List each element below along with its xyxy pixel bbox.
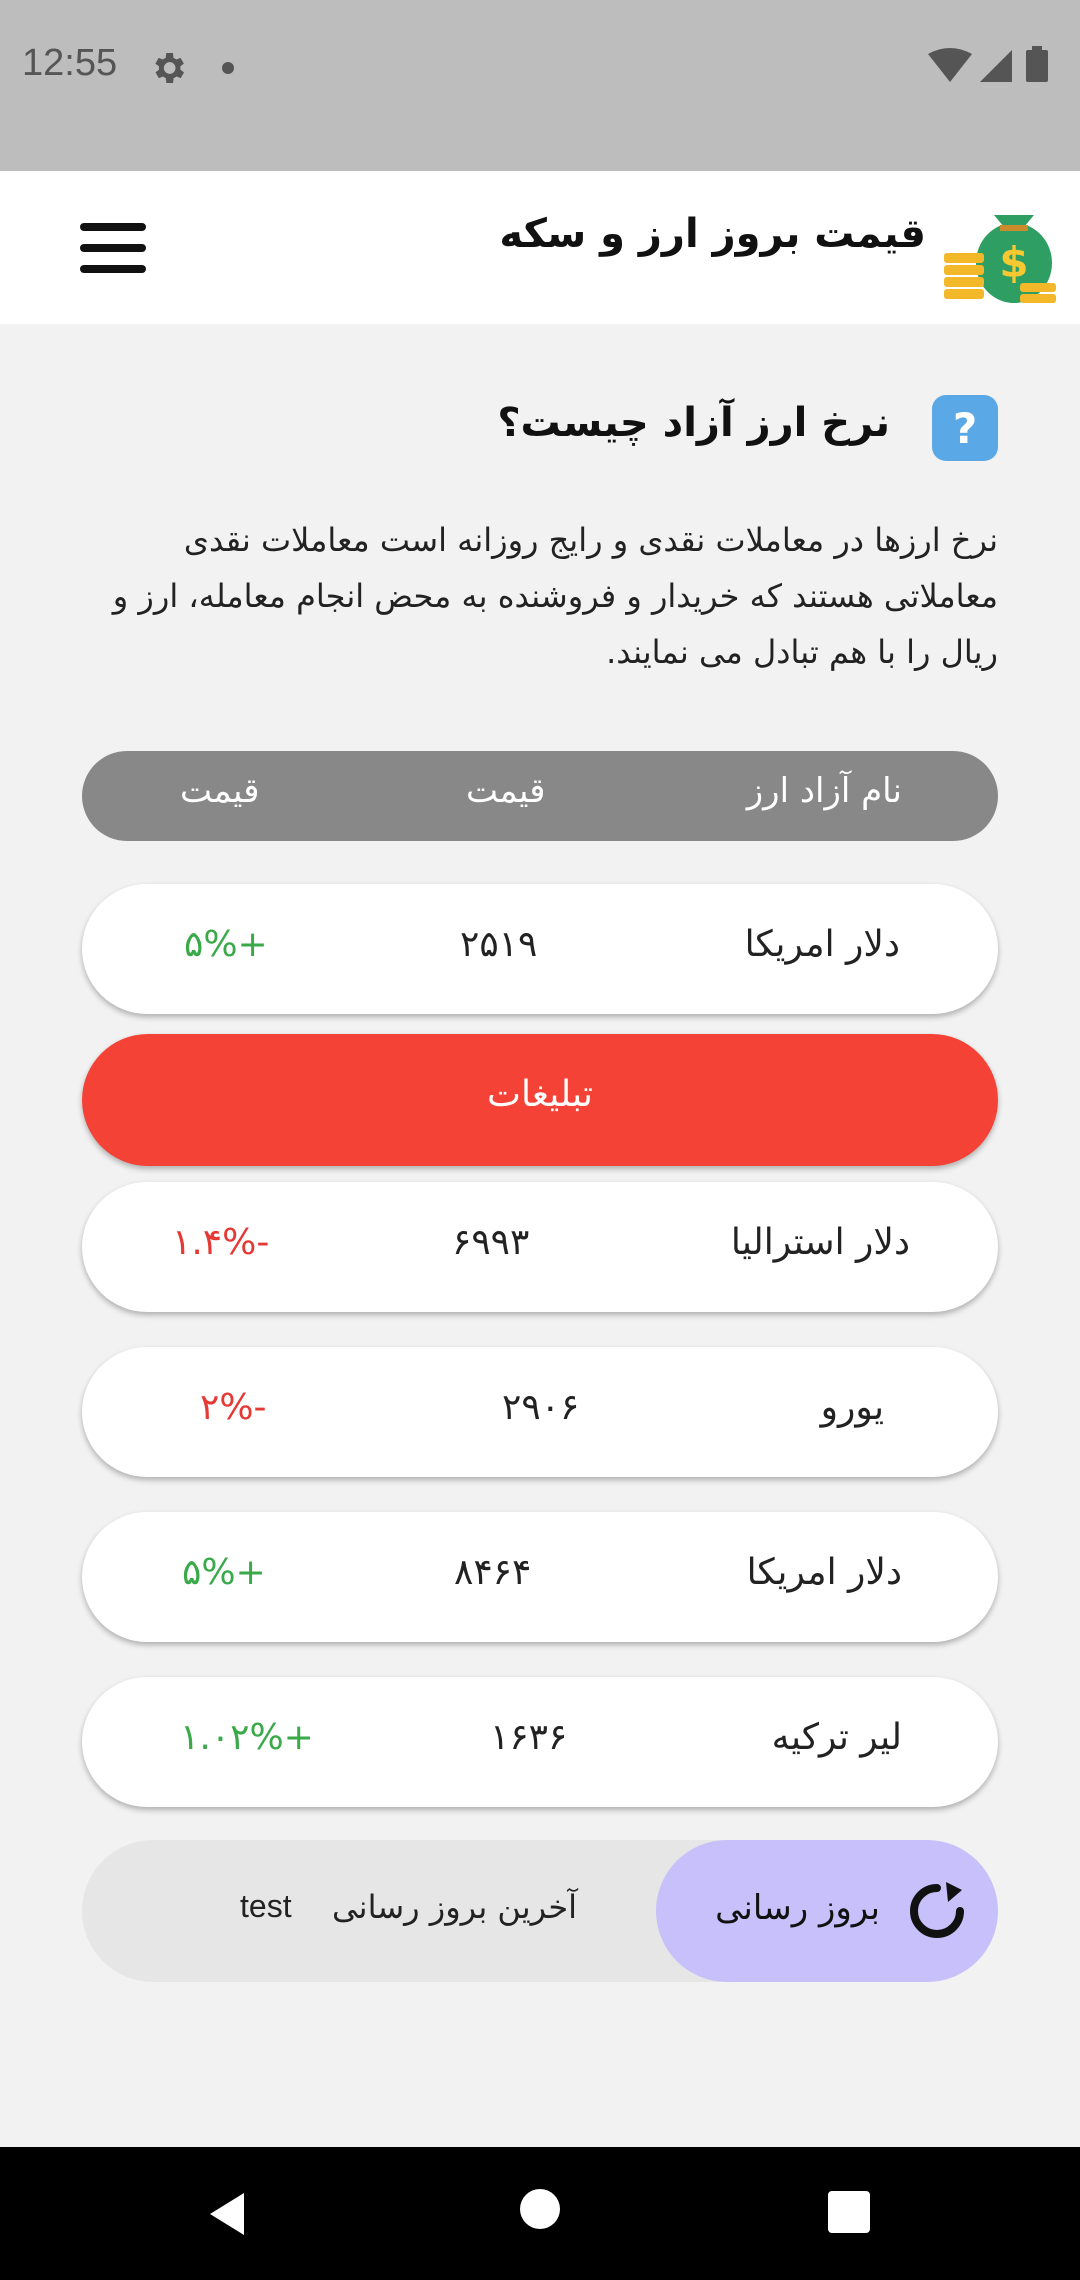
status-time: 12:55 [22,42,118,84]
refresh-icon [910,1882,964,1938]
table-header: نام آزاد ارز قیمت قیمت [82,751,998,841]
ad-banner[interactable]: تبلیغات [82,1034,998,1166]
refresh-label: بروز رسانی [715,1888,880,1928]
currency-price: ۲۵۱۹ [460,924,538,965]
currency-price: ۶۹۹۳ [452,1222,530,1263]
currency-change: +۱.۰۲% [180,1717,314,1758]
status-bar: 12:55 [0,0,1080,171]
ad-label: تبلیغات [487,1074,593,1115]
home-icon[interactable] [520,2189,560,2229]
header-change: قیمت [180,771,260,811]
app-bar: $ قیمت بروز ارز و سکه [0,171,1080,324]
recents-icon[interactable] [828,2191,870,2233]
cellular-icon [980,50,1012,82]
table-row[interactable]: دلار امریکا ۲۵۱۹ +۵% [82,884,998,1014]
currency-name: دلار استرالیا [730,1222,910,1263]
currency-name: لیر ترکیه [771,1717,902,1758]
last-update-value: test [240,1888,292,1924]
system-indicators [928,46,1048,82]
hamburger-menu-icon[interactable] [80,223,146,273]
battery-icon [1026,50,1048,82]
table-row[interactable]: دلار امریکا ۸۴۶۴ +۵% [82,1512,998,1642]
header-price: قیمت [466,771,546,811]
intro-paragraph: نرخ ارزها در معاملات نقدی و رایج روزانه … [112,521,998,671]
settings-icon [155,53,184,83]
notification-dot [222,62,234,74]
table-row[interactable]: یورو ۲۹۰۶ -۲% [82,1347,998,1477]
currency-name: دلار امریکا [746,1552,902,1593]
refresh-button[interactable]: بروز رسانی [656,1840,998,1982]
currency-name: دلار امریکا [744,924,900,965]
wifi-icon [928,48,972,82]
money-bag-icon: $ [944,215,1056,303]
help-icon: ? [932,395,998,461]
svg-text:?: ? [953,404,977,453]
last-update-label: آخرین بروز رسانی [332,1888,577,1926]
svg-text:$: $ [999,238,1028,287]
currency-price: ۲۹۰۶ [502,1387,580,1428]
currency-change: +۵% [184,924,268,965]
currency-price: ۸۴۶۴ [454,1552,532,1593]
currency-price: ۱۶۳۶ [490,1717,568,1758]
currency-change: -۱.۴% [172,1222,270,1263]
back-icon[interactable] [204,2189,254,2239]
app-title: قیمت بروز ارز و سکه [499,211,926,257]
section-heading: نرخ ارز آزاد چیست؟ [497,400,890,446]
header-currency-name: نام آزاد ارز [746,771,902,811]
table-row[interactable]: لیر ترکیه ۱۶۳۶ +۱.۰۲% [82,1677,998,1807]
currency-name: یورو [820,1387,884,1428]
update-footer: بروز رسانی آخرین بروز رسانی test [82,1840,998,1982]
currency-change: +۵% [182,1552,266,1593]
navigation-bar [0,2147,1080,2280]
table-row[interactable]: دلار استرالیا ۶۹۹۳ -۱.۴% [82,1182,998,1312]
currency-change: -۲% [200,1387,267,1428]
